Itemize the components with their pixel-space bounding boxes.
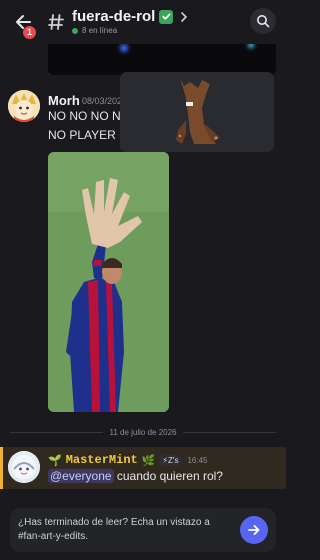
send-arrow-icon bbox=[248, 525, 260, 535]
online-status-dot bbox=[72, 28, 78, 34]
everyone-mention[interactable]: @everyone bbox=[48, 469, 114, 483]
gif-attachment[interactable] bbox=[48, 152, 169, 412]
message-timestamp: 08/03/202 bbox=[82, 96, 123, 106]
search-icon bbox=[257, 15, 270, 28]
message-timestamp: 16:45 bbox=[187, 455, 208, 465]
herb-emoji: 🌿 bbox=[141, 454, 156, 467]
message-body: cuando quieren rol? bbox=[113, 469, 223, 483]
channel-header: 1 fuera-de-rol 8 en línea bbox=[0, 0, 286, 44]
channel-name: fuera-de-rol bbox=[72, 8, 156, 25]
chevron-right-icon bbox=[179, 11, 189, 23]
hash-icon bbox=[48, 13, 64, 31]
message-author[interactable]: Morh bbox=[48, 93, 80, 108]
online-count: 8 en línea bbox=[82, 26, 118, 35]
chat-screen: 1 fuera-de-rol 8 en línea Morh 08/03/202… bbox=[0, 0, 286, 560]
sprout-emoji: 🌱 bbox=[48, 454, 62, 467]
back-button[interactable]: 1 bbox=[10, 7, 38, 39]
date-divider: 11 de julio de 2026 bbox=[10, 425, 276, 439]
message-text: NO PLAYER N bbox=[48, 128, 128, 142]
search-button[interactable] bbox=[250, 8, 276, 34]
send-button[interactable] bbox=[240, 516, 268, 544]
channel-title-button[interactable]: fuera-de-rol 8 en línea bbox=[72, 9, 189, 35]
avatar[interactable] bbox=[8, 90, 40, 122]
message-composer[interactable]: ¿Has terminado de leer? Echa un vistazo … bbox=[10, 508, 276, 552]
date-divider-text: 11 de julio de 2026 bbox=[109, 427, 177, 437]
server-tag[interactable]: ⚡Z's bbox=[159, 454, 182, 466]
avatar[interactable] bbox=[8, 451, 40, 483]
message-text: @everyone cuando quieren rol? bbox=[48, 469, 223, 483]
unread-badge: 1 bbox=[23, 26, 36, 39]
check-icon bbox=[159, 9, 174, 24]
message-text: NO NO NO NO bbox=[48, 109, 131, 123]
floating-image-preview[interactable] bbox=[120, 72, 274, 152]
message-header: 🌱 MasterMint 🌿 ⚡Z's 16:45 bbox=[48, 453, 207, 467]
message-author[interactable]: MasterMint bbox=[66, 453, 138, 467]
composer-placeholder[interactable]: ¿Has terminado de leer? Echa un vistazo … bbox=[18, 516, 232, 544]
